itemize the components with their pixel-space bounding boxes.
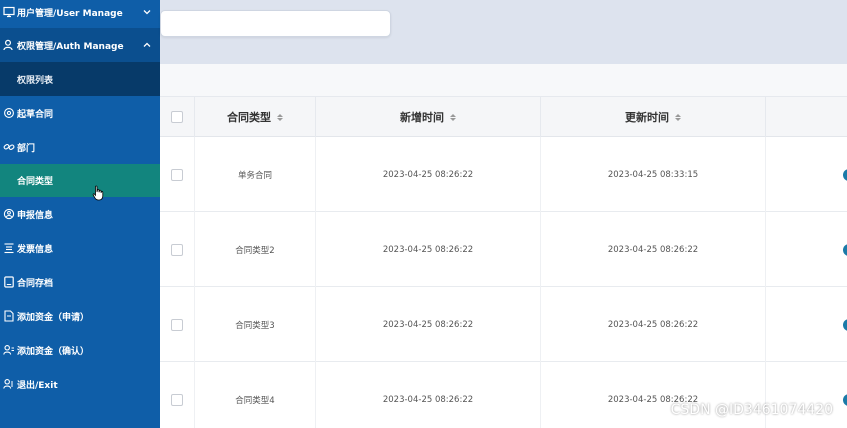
sidebar-item-exit[interactable]: 退出/Exit xyxy=(0,367,160,401)
cell-created-time: 2023-04-25 08:26:22 xyxy=(316,137,541,212)
select-all-checkbox[interactable] xyxy=(171,111,183,123)
column-header-label: 新增时间 xyxy=(400,111,444,124)
row-checkbox[interactable] xyxy=(171,243,183,256)
column-header-actions xyxy=(766,97,847,137)
mouse-cursor-icon xyxy=(92,185,104,201)
cell-updated-time: 2023-04-25 08:33:15 xyxy=(541,137,766,212)
sort-icon[interactable] xyxy=(277,113,283,121)
sidebar-item-label: 退出/Exit xyxy=(17,380,58,391)
chevron-down-icon xyxy=(143,10,151,15)
row-checkbox[interactable] xyxy=(171,168,183,181)
search-input[interactable] xyxy=(160,10,391,37)
sidebar-item-label: 合同存档 xyxy=(17,278,54,289)
sidebar-item-add-funds-apply[interactable]: 添加资金（申请） xyxy=(0,299,160,333)
table-header: 合同类型 新增时间 更新时间 xyxy=(160,97,847,137)
badge-icon xyxy=(2,207,16,221)
sidebar-item-label: 部门 xyxy=(17,143,36,154)
cell-updated-time: 2023-04-25 08:26:22 xyxy=(541,212,766,287)
cell-actions xyxy=(766,212,847,287)
cell-contract-type: 合同类型2 xyxy=(195,212,316,287)
sidebar-item-label: 申报信息 xyxy=(17,210,54,221)
cell-created-time: 2023-04-25 08:26:22 xyxy=(316,287,541,362)
sidebar-item-contract-archive[interactable]: 合同存档 xyxy=(0,265,160,299)
cell-created-time: 2023-04-25 08:26:22 xyxy=(316,362,541,428)
sidebar-item-auth-manage[interactable]: 权限管理/Auth Manage xyxy=(0,28,160,62)
cell-actions xyxy=(766,362,847,428)
row-checkbox-cell xyxy=(160,137,195,212)
toolbar-strip xyxy=(160,64,847,97)
sidebar-item-label: 添加资金（确认） xyxy=(17,346,90,357)
users-icon xyxy=(2,343,16,357)
cell-actions xyxy=(766,137,847,212)
sidebar-item-label: 起草合同 xyxy=(17,109,54,120)
cell-actions xyxy=(766,287,847,362)
column-header-updated-time[interactable]: 更新时间 xyxy=(541,97,766,137)
cell-contract-type: 合同类型3 xyxy=(195,287,316,362)
watermark: CSDN @ID3461074420 xyxy=(670,402,833,418)
table-row: 单务合同 2023-04-25 08:26:22 2023-04-25 08:3… xyxy=(160,137,847,212)
sidebar-item-label: 权限列表 xyxy=(17,75,54,86)
sidebar: 用户管理/User Manage 权限管理/Auth Manage 权限列表 起… xyxy=(0,0,160,428)
table-row: 合同类型4 2023-04-25 08:26:22 2023-04-25 08:… xyxy=(160,362,847,428)
column-header-label: 合同类型 xyxy=(227,111,271,124)
sidebar-item-label: 用户管理/User Manage xyxy=(17,8,123,19)
header-checkbox-cell xyxy=(160,97,195,137)
row-checkbox-cell xyxy=(160,212,195,287)
column-header-label: 更新时间 xyxy=(625,111,669,124)
column-header-contract-type[interactable]: 合同类型 xyxy=(195,97,316,137)
row-checkbox[interactable] xyxy=(171,318,183,331)
sidebar-item-invoice[interactable]: 发票信息 xyxy=(0,231,160,265)
settings-icon xyxy=(2,106,16,120)
link-icon xyxy=(2,140,16,154)
action-button-partial[interactable] xyxy=(843,319,847,331)
sidebar-item-user-manage[interactable]: 用户管理/User Manage xyxy=(0,0,160,24)
action-button-partial[interactable] xyxy=(843,169,847,181)
table-row: 合同类型3 2023-04-25 08:26:22 2023-04-25 08:… xyxy=(160,287,847,362)
row-checkbox-cell xyxy=(160,362,195,428)
row-checkbox-cell xyxy=(160,287,195,362)
action-button-partial[interactable] xyxy=(843,394,847,406)
sidebar-subitem-permission-list[interactable]: 权限列表 xyxy=(0,62,160,96)
sidebar-item-department[interactable]: 部门 xyxy=(0,130,160,164)
file-icon xyxy=(2,309,16,323)
main-content: 合同类型 新增时间 更新时间 单务合同 2023-04-25 08:26:22 … xyxy=(160,64,847,428)
sort-icon[interactable] xyxy=(450,113,456,121)
monitor-icon xyxy=(2,5,16,19)
sidebar-subitem-contract-type[interactable]: 合同类型 xyxy=(0,164,160,197)
row-checkbox[interactable] xyxy=(171,393,183,406)
cell-created-time: 2023-04-25 08:26:22 xyxy=(316,212,541,287)
list-icon xyxy=(2,241,16,255)
sort-icon[interactable] xyxy=(675,113,681,121)
sidebar-item-label: 发票信息 xyxy=(17,244,54,255)
sidebar-item-add-funds-confirm[interactable]: 添加资金（确认） xyxy=(0,333,160,367)
table-row: 合同类型2 2023-04-25 08:26:22 2023-04-25 08:… xyxy=(160,212,847,287)
column-header-created-time[interactable]: 新增时间 xyxy=(316,97,541,137)
user-icon xyxy=(2,38,16,52)
cell-contract-type: 单务合同 xyxy=(195,137,316,212)
exit-icon xyxy=(2,377,16,391)
document-icon xyxy=(2,275,16,289)
sidebar-item-draft-contract[interactable]: 起草合同 xyxy=(0,96,160,130)
cell-updated-time: 2023-04-25 08:26:22 xyxy=(541,362,766,428)
sidebar-item-declaration[interactable]: 申报信息 xyxy=(0,197,160,231)
sidebar-item-label: 添加资金（申请） xyxy=(17,312,90,323)
sidebar-item-label: 权限管理/Auth Manage xyxy=(17,41,124,52)
cell-contract-type: 合同类型4 xyxy=(195,362,316,428)
chevron-up-icon xyxy=(143,42,151,47)
cell-updated-time: 2023-04-25 08:26:22 xyxy=(541,287,766,362)
sidebar-item-label: 合同类型 xyxy=(17,177,54,187)
action-button-partial[interactable] xyxy=(843,244,847,256)
